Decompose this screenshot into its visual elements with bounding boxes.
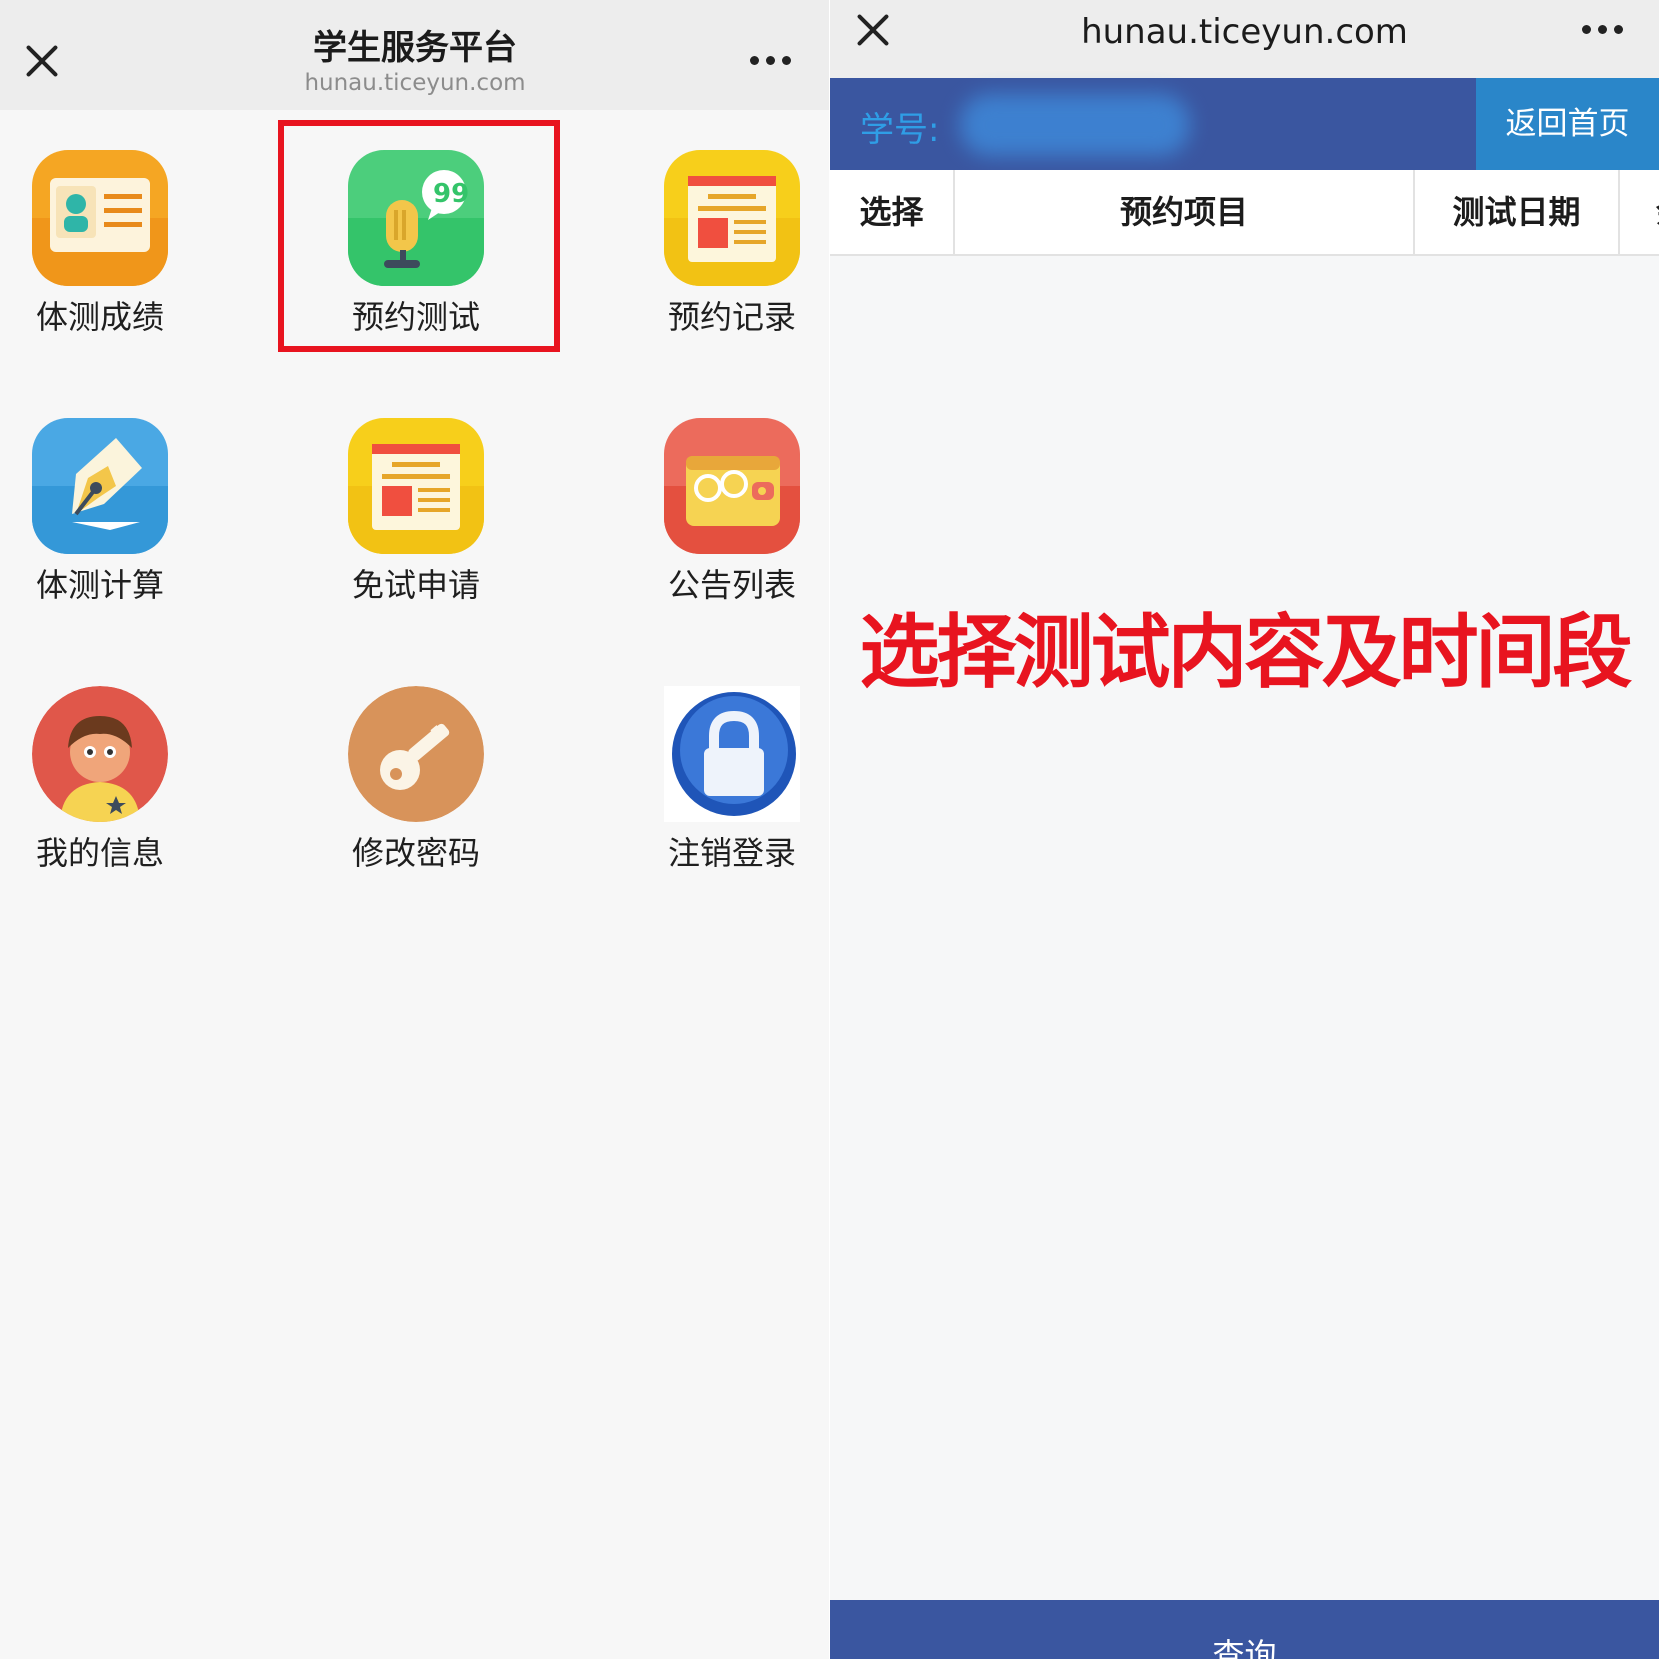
column-header-date: 测试日期 [1452, 193, 1581, 231]
more-icon[interactable] [750, 56, 794, 66]
tile-label: 公告列表 [667, 566, 796, 604]
pen-nib-icon [32, 418, 168, 554]
table-header: 选择 预约项目 测试日期 余量 [830, 170, 1659, 256]
tile-label: 体测计算 [35, 566, 164, 604]
page-url: hunau.ticeyun.com [304, 70, 526, 96]
page-title: 学生服务平台 [313, 28, 517, 68]
browser-header: hunau.ticeyun.com [830, 0, 1659, 78]
page-url: hunau.ticeyun.com [1081, 12, 1408, 52]
person-avatar-icon [32, 686, 168, 822]
document-icon [664, 150, 800, 286]
tile-logout[interactable]: 注销登录 [632, 686, 830, 916]
wallet-icon [664, 418, 800, 554]
id-card-icon [32, 150, 168, 286]
more-icon[interactable] [1582, 25, 1626, 35]
left-screen: 学生服务平台 hunau.ticeyun.com 体测成绩 99 预约测试 预约… [0, 0, 830, 1659]
overlay-caption: 选择测试内容及时间段 [859, 606, 1633, 699]
highlight-box [278, 120, 560, 352]
key-icon [348, 686, 484, 822]
tile-label: 免试申请 [351, 566, 480, 604]
student-bar: 学号: 返回首页 [830, 78, 1659, 170]
tile-booking-records[interactable]: 预约记录 [632, 150, 830, 380]
tile-my-info[interactable]: 我的信息 [0, 686, 200, 916]
tile-label: 修改密码 [351, 834, 480, 872]
home-button[interactable]: 返回首页 [1476, 78, 1659, 170]
tile-calculator[interactable]: 体测计算 [0, 418, 200, 648]
column-header-select: 选择 [859, 193, 924, 231]
student-id-label: 学号: [860, 110, 940, 150]
column-header-remaining: 余量 [1620, 170, 1659, 254]
lock-icon [664, 686, 800, 822]
right-screen: hunau.ticeyun.com 学号: 返回首页 选择 预约项目 测试日期 … [830, 0, 1659, 1659]
tile-announcements[interactable]: 公告列表 [632, 418, 830, 648]
column-header-item: 预约项目 [1119, 193, 1248, 231]
browser-header: 学生服务平台 hunau.ticeyun.com [0, 0, 830, 110]
redacted-student-id [960, 94, 1190, 156]
tile-label: 体测成绩 [35, 298, 164, 336]
tile-score[interactable]: 体测成绩 [0, 150, 200, 380]
tile-label: 注销登录 [667, 834, 796, 872]
tile-label: 预约记录 [667, 298, 796, 336]
tile-label: 我的信息 [35, 834, 164, 872]
tile-change-password[interactable]: 修改密码 [316, 686, 516, 916]
query-button[interactable]: 查询 [830, 1600, 1659, 1659]
document-icon [348, 418, 484, 554]
tile-exemption[interactable]: 免试申请 [316, 418, 516, 648]
